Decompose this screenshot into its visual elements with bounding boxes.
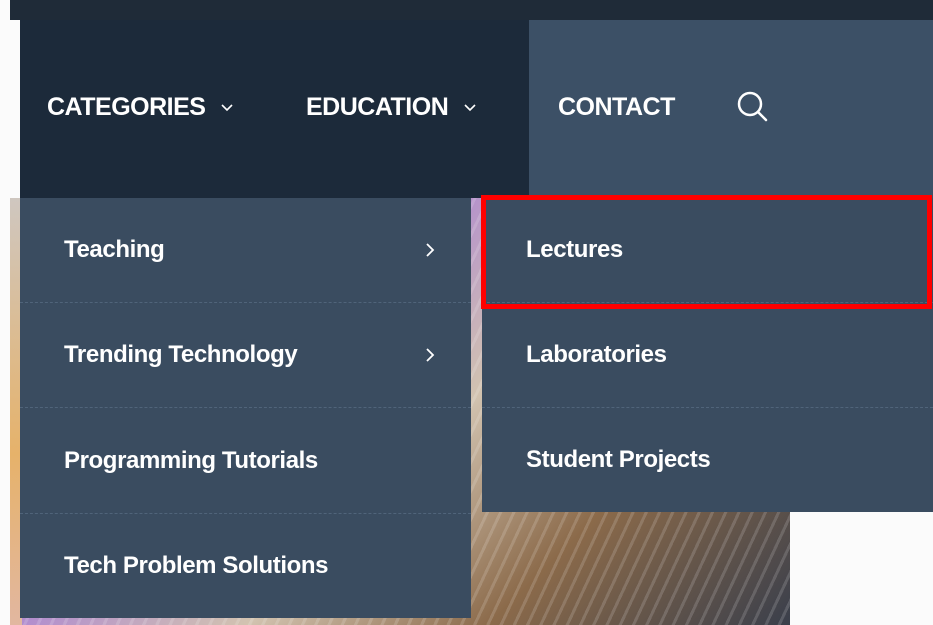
submenu-item-label: Student Projects: [526, 446, 711, 473]
nav-item-categories[interactable]: CATEGORIES: [47, 93, 235, 122]
nav-item-label: CATEGORIES: [47, 93, 206, 121]
chevron-down-icon: [464, 103, 476, 111]
submenu-item-lectures[interactable]: Lectures: [482, 198, 933, 302]
menu-item-tech-problem-solutions[interactable]: Tech Problem Solutions: [20, 514, 471, 618]
nav-item-contact[interactable]: CONTACT: [558, 93, 675, 122]
submenu-item-label: Lectures: [526, 236, 623, 263]
submenu-item-label: Laboratories: [526, 341, 667, 368]
top-strip: [10, 0, 933, 20]
menu-item-teaching[interactable]: Teaching: [20, 198, 471, 302]
menu-item-trending-technology[interactable]: Trending Technology: [20, 303, 471, 407]
teaching-submenu: Lectures Laboratories Student Projects: [482, 198, 933, 512]
search-icon[interactable]: [735, 89, 769, 123]
chevron-right-icon: [426, 243, 435, 257]
menu-item-label: Trending Technology: [64, 341, 298, 368]
nav-item-label: EDUCATION: [306, 93, 449, 121]
chevron-down-icon: [221, 103, 234, 111]
main-nav: CATEGORIES EDUCATION CONTACT: [20, 20, 933, 198]
nav-item-label: CONTACT: [558, 93, 675, 121]
menu-item-label: Teaching: [64, 236, 165, 263]
submenu-item-laboratories[interactable]: Laboratories: [482, 303, 933, 407]
menu-item-label: Tech Problem Solutions: [64, 552, 329, 579]
menu-divider: [20, 407, 471, 408]
chevron-right-icon: [426, 348, 435, 362]
nav-item-education[interactable]: EDUCATION: [306, 93, 478, 122]
menu-item-programming-tutorials[interactable]: Programming Tutorials: [20, 409, 471, 513]
submenu-item-student-projects[interactable]: Student Projects: [482, 408, 933, 512]
categories-dropdown: Teaching Trending Technology Programming…: [20, 198, 471, 618]
menu-item-label: Programming Tutorials: [64, 447, 318, 474]
page: CATEGORIES EDUCATION CONTACT Teaching Tr…: [0, 0, 933, 625]
